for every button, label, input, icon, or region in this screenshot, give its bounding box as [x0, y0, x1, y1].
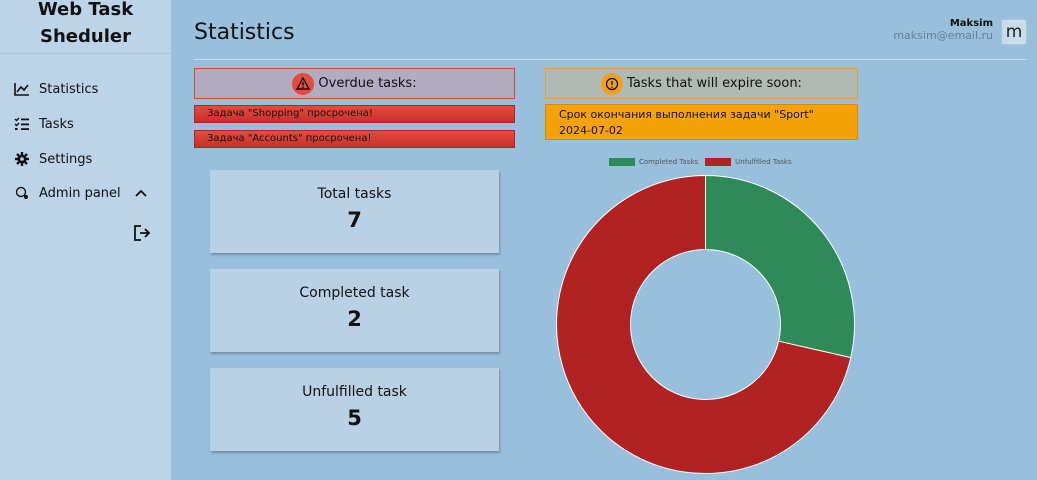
- stat-value: 2: [347, 307, 362, 331]
- sidebar-item-label: Admin panel: [39, 185, 121, 201]
- unfulfilled-tasks-card: Unfulfilled task 5: [210, 368, 499, 451]
- sidebar-item-label: Tasks: [39, 116, 74, 132]
- overdue-item: Задача "Accounts" просрочена!: [194, 130, 515, 148]
- stat-label: Unfulfilled task: [302, 384, 407, 400]
- admin-shield-icon: [14, 185, 30, 201]
- list-check-icon: [14, 116, 30, 132]
- expiring-item: Срок окончания выполнения задачи "Sport"…: [545, 104, 858, 140]
- legend-item-unfulfilled[interactable]: Unfulfilled Tasks: [705, 158, 792, 166]
- app-title-line1: Web Task: [37, 0, 134, 20]
- info-icon: [601, 72, 624, 95]
- legend-swatch: [609, 158, 635, 166]
- sidebar-item-tasks[interactable]: Tasks: [14, 116, 74, 132]
- sidebar: Web Task Sheduler Statistics Tasks Setti…: [0, 0, 171, 480]
- chart-line-icon: [14, 81, 30, 97]
- app-title-line2: Sheduler: [40, 26, 131, 47]
- overdue-title: Overdue tasks:: [318, 76, 417, 91]
- logout-icon[interactable]: [132, 223, 152, 243]
- sidebar-item-label: Settings: [39, 151, 93, 167]
- chart-legend: Completed Tasks Unfulfilled Tasks: [609, 158, 799, 166]
- gear-icon: [14, 151, 30, 167]
- user-email: maksim@email.ru: [893, 29, 993, 42]
- user-info: Maksim maksim@email.ru: [893, 18, 993, 42]
- sidebar-item-settings[interactable]: Settings: [14, 151, 92, 167]
- expiring-title: Tasks that will expire soon:: [627, 76, 802, 91]
- overdue-header: Overdue tasks:: [194, 68, 515, 99]
- legend-item-completed[interactable]: Completed Tasks: [609, 158, 698, 166]
- stat-label: Completed task: [299, 285, 410, 301]
- sidebar-item-statistics[interactable]: Statistics: [14, 81, 98, 97]
- stat-value: 5: [347, 406, 362, 430]
- chevron-up-icon[interactable]: [135, 186, 147, 200]
- sidebar-item-admin-panel[interactable]: Admin panel: [14, 185, 147, 201]
- user-name: Maksim: [949, 18, 993, 29]
- tasks-donut-chart: [556, 174, 855, 474]
- legend-swatch: [705, 158, 732, 166]
- header-divider: [194, 59, 1027, 60]
- sidebar-item-label: Statistics: [39, 81, 99, 97]
- stat-value: 7: [347, 208, 362, 232]
- app-title: Web Task Sheduler: [0, 0, 171, 54]
- legend-label: Completed Tasks: [639, 158, 699, 166]
- legend-label: Unfulfilled Tasks: [735, 158, 792, 166]
- page-title: Statistics: [194, 20, 295, 45]
- completed-tasks-card: Completed task 2: [210, 269, 499, 352]
- avatar[interactable]: m: [1001, 19, 1027, 45]
- stat-label: Total tasks: [317, 186, 392, 202]
- total-tasks-card: Total tasks 7: [210, 170, 499, 253]
- expiring-header: Tasks that will expire soon:: [545, 68, 858, 99]
- donut-slice-completed[interactable]: [705, 174, 855, 359]
- warning-icon: [292, 72, 315, 95]
- overdue-item: Задача "Shopping" просрочена!: [194, 105, 515, 123]
